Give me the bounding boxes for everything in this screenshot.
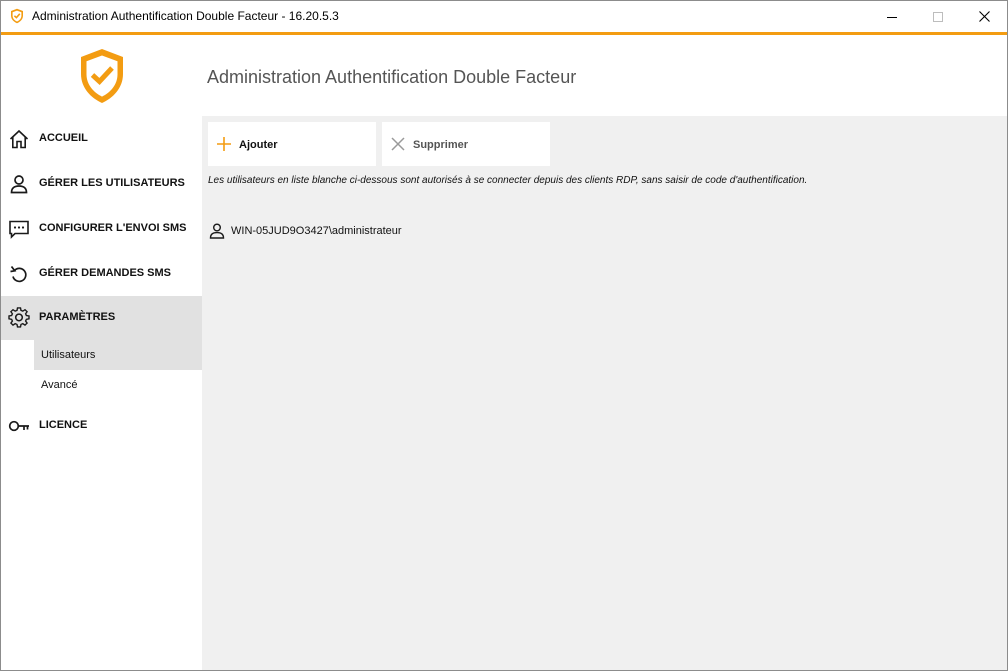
key-icon (8, 420, 29, 432)
minimize-icon (887, 16, 897, 18)
sidebar-item-parametres[interactable]: PARAMÈTRES (1, 296, 202, 340)
sidebar-item-label: PARAMÈTRES (39, 311, 116, 323)
maximize-icon (933, 11, 943, 22)
submenu-item-label: Avancé (41, 379, 78, 391)
close-button[interactable] (961, 1, 1007, 32)
sidebar-item-configurer-sms[interactable]: CONFIGURER L'ENVOI SMS (1, 207, 202, 252)
message-icon (9, 220, 29, 239)
list-item-label: WIN-05JUD9O3427\administrateur (231, 225, 402, 237)
user-icon (209, 223, 225, 239)
submenu-item-avance[interactable]: Avancé (34, 370, 202, 400)
page-header: Administration Authentification Double F… (202, 35, 1007, 116)
title-bar[interactable]: Administration Authentification Double F… (1, 1, 1007, 32)
maximize-button[interactable] (915, 1, 961, 32)
sidebar-item-label: LICENCE (39, 419, 88, 431)
sidebar-item-gerer-utilisateurs[interactable]: GÉRER LES UTILISATEURS (1, 162, 202, 207)
sidebar-item-accueil[interactable]: ACCUEIL (1, 117, 202, 162)
close-x-icon (391, 137, 405, 151)
minimize-button[interactable] (869, 1, 915, 32)
add-button[interactable]: Ajouter (208, 122, 376, 166)
delete-button-label: Supprimer (413, 139, 469, 151)
plus-icon (217, 137, 231, 151)
window-title: Administration Authentification Double F… (32, 9, 339, 23)
refresh-icon (10, 265, 27, 283)
delete-button[interactable]: Supprimer (382, 122, 550, 166)
sidebar-item-label: GÉRER LES UTILISATEURS (39, 177, 185, 189)
sidebar-item-label: ACCUEIL (39, 132, 88, 144)
add-button-label: Ajouter (239, 139, 278, 151)
submenu-item-utilisateurs[interactable]: Utilisateurs (34, 340, 202, 370)
user-icon (10, 175, 28, 194)
close-icon (978, 11, 990, 22)
sidebar-item-licence[interactable]: LICENCE (1, 404, 202, 449)
sidebar-item-gerer-demandes-sms[interactable]: GÉRER DEMANDES SMS (1, 252, 202, 297)
page-title: Administration Authentification Double F… (207, 67, 577, 87)
gear-icon (8, 307, 30, 328)
shield-check-logo-icon (81, 49, 123, 103)
main-content: Ajouter Supprimer Les utilisateurs en li… (202, 116, 1007, 670)
home-icon (9, 129, 29, 149)
info-text: Les utilisateurs en liste blanche ci-des… (208, 175, 808, 186)
submenu-item-label: Utilisateurs (41, 349, 96, 361)
shield-check-icon (11, 8, 23, 24)
sidebar-item-label: GÉRER DEMANDES SMS (39, 267, 172, 279)
sidebar: ACCUEIL GÉRER LES UTILISATEURS CONFIGURE… (1, 35, 202, 670)
sidebar-item-label: CONFIGURER L'ENVOI SMS (39, 222, 187, 234)
app-window: Administration Authentification Double F… (0, 0, 1008, 671)
